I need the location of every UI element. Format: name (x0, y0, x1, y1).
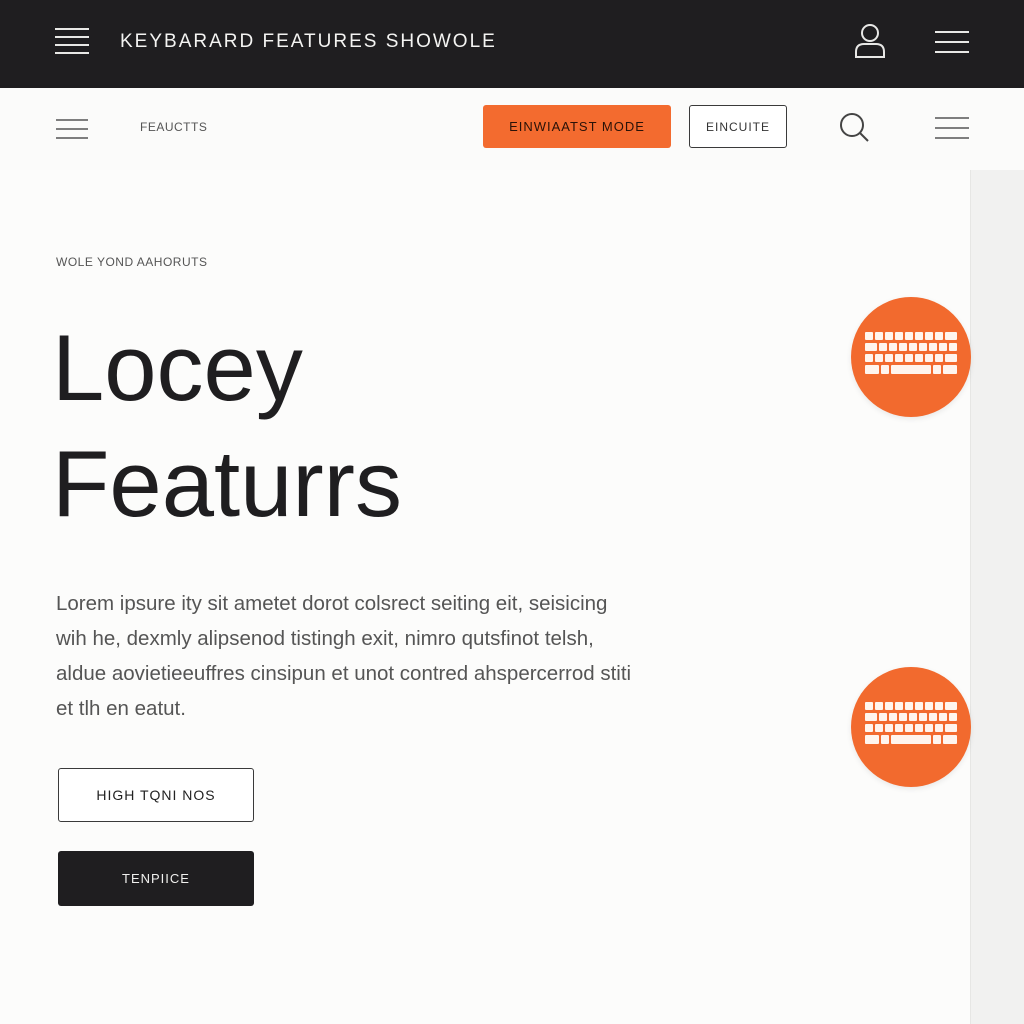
page: KEYBARARD FEATURES SHOWOLE FEAUCTTS EINW… (0, 0, 1024, 1024)
right-panel (971, 170, 1024, 1024)
secondary-button[interactable]: EINCUITE (689, 105, 787, 148)
user-icon[interactable] (852, 22, 888, 60)
keyboard-icon (863, 700, 959, 755)
mode-button[interactable]: EINWIAATST MODE (483, 105, 671, 148)
page-title: Locey Featurrs (52, 310, 402, 542)
main-content: WOLE YOND AAHORUTS Locey Featurrs Lorem … (0, 170, 971, 1024)
hamburger-icon[interactable] (55, 117, 89, 141)
app-title: KEYBARARD FEATURES SHOWOLE (120, 31, 497, 52)
breadcrumb[interactable]: FEAUCTTS (140, 120, 207, 134)
keyboard-badge[interactable] (851, 297, 971, 417)
dark-cta-button[interactable]: TENPIICE (58, 851, 254, 906)
search-icon[interactable] (836, 110, 872, 146)
hamburger-icon[interactable] (934, 28, 970, 56)
keyboard-badge[interactable] (851, 667, 971, 787)
hamburger-icon[interactable] (54, 24, 90, 58)
hamburger-icon[interactable] (934, 115, 970, 143)
page-title-line1: Locey (52, 315, 303, 420)
eyebrow-label: WOLE YOND AAHORUTS (56, 255, 208, 269)
keyboard-icon (863, 330, 959, 385)
outline-cta-button[interactable]: HIGH TQNI NOS (58, 768, 254, 822)
toolbar: FEAUCTTS EINWIAATST MODE EINCUITE (0, 88, 1024, 170)
page-title-line2: Featurrs (52, 431, 402, 536)
body-paragraph: Lorem ipsure ity sit ametet dorot colsre… (56, 592, 632, 720)
top-header: KEYBARARD FEATURES SHOWOLE (0, 0, 1024, 88)
